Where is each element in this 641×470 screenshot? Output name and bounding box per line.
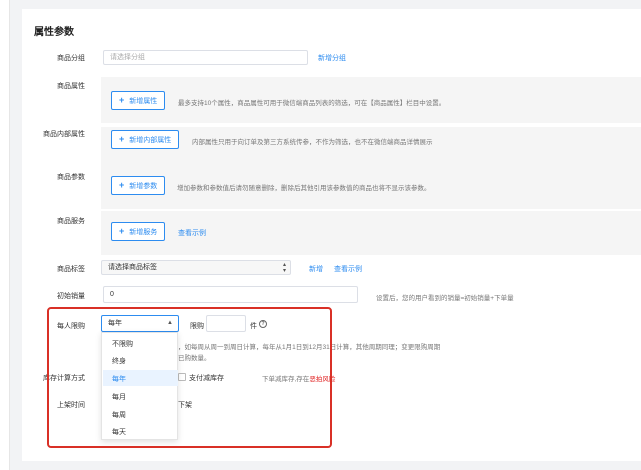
section-title: 属性参数 [34, 27, 74, 38]
param-hint: 增加参数和参数值后请勿随意删除，删除后其他引用该参数值的商品也将不显示该参数。 [177, 185, 431, 192]
add-attr-button[interactable]: + 新增属性 [111, 91, 166, 110]
add-inner-attr-button[interactable]: + 新增内部属性 [111, 130, 180, 149]
service-example-link[interactable]: 查看示例 [178, 228, 206, 238]
attr-hint: 最多支持10个属性，商品属性可用于微信端商品列表的筛选，可在【商品属性】栏目中设… [178, 100, 446, 107]
param-label: 商品参数 [57, 174, 85, 181]
sales-label: 初始销量 [57, 293, 85, 300]
inner-attr-hint: 内部属性只用于向订单及第三方系统传参，不作为筛选，也不在微信端商品详情展示 [192, 139, 433, 146]
tag-label: 商品标签 [57, 266, 85, 273]
add-group-link[interactable]: 新增分组 [318, 53, 346, 63]
tag-select-value: 请选择商品标签 [108, 264, 157, 271]
attr-label: 商品属性 [57, 83, 85, 90]
plus-icon: + [119, 95, 125, 105]
add-inner-attr-button-label: 新增内部属性 [129, 137, 172, 144]
select-arrows-icon: ▴ ▾ [282, 262, 286, 274]
add-tag-link[interactable]: 新增 [309, 264, 323, 274]
add-param-button[interactable]: + 新增参数 [111, 176, 166, 195]
service-label: 商品服务 [57, 218, 85, 225]
inner-attr-box [101, 127, 641, 169]
inner-attr-label: 商品内部属性 [43, 131, 85, 138]
tag-example-link[interactable]: 查看示例 [334, 264, 362, 274]
tag-select[interactable]: 请选择商品标签 ▴ ▾ [101, 260, 291, 275]
add-attr-button-label: 新增属性 [129, 98, 158, 105]
plus-icon: + [119, 180, 125, 190]
plus-icon: + [119, 226, 125, 236]
initial-sales-input[interactable]: 0 [103, 286, 358, 303]
add-service-button[interactable]: + 新增服务 [111, 222, 166, 241]
add-param-button-label: 新增参数 [129, 183, 158, 190]
group-label: 商品分组 [57, 55, 85, 62]
add-service-button-label: 新增服务 [129, 229, 158, 236]
group-select[interactable]: 请选择分组 [103, 50, 308, 65]
sales-hint: 设置后，您的用户看到的销量=初始销量+下单量 [376, 295, 514, 302]
highlight-annotation-box [47, 307, 332, 448]
plus-icon: + [119, 134, 125, 144]
